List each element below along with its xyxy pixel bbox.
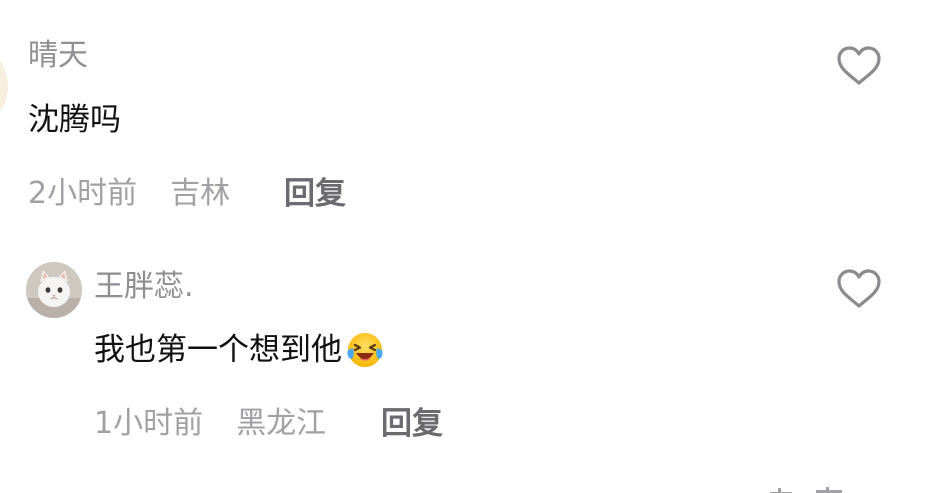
comment-text-content: 我也第一个想到他 xyxy=(94,332,342,368)
heart-outline-icon xyxy=(837,269,881,308)
laughing-crying-emoji xyxy=(344,330,384,370)
comment-username[interactable]: 王胖蕊. xyxy=(94,267,194,307)
comment-text: 我也第一个想到他 xyxy=(94,328,384,372)
comment-text: 沈腾吗 xyxy=(28,102,121,138)
comment-meta: 2小时前 吉林 xyxy=(28,172,230,216)
reply-button[interactable]: 回复 xyxy=(284,172,346,216)
heart-outline-icon xyxy=(837,46,881,85)
avatar[interactable] xyxy=(26,262,82,318)
comment-username[interactable]: 晴天 xyxy=(28,36,88,76)
comment-time: 2小时前 xyxy=(28,176,138,211)
comment-list: 晴天 沈腾吗 2小时前 吉林 回复 王胖蕊. 我也第一个想到他 1小时前 黑龙江… xyxy=(0,0,933,493)
comment-location: 吉林 xyxy=(170,176,231,211)
comment-meta: 1小时前 黑龙江 xyxy=(94,402,326,446)
comment-location: 黑龙江 xyxy=(236,406,327,441)
like-button[interactable] xyxy=(836,268,882,310)
like-button[interactable] xyxy=(836,45,882,87)
comment-time: 1小时前 xyxy=(94,406,204,441)
reply-button[interactable]: 回复 xyxy=(381,402,443,446)
cat-avatar-image xyxy=(26,262,82,318)
avatar[interactable] xyxy=(0,56,8,116)
cropped-text-fragment xyxy=(760,482,870,493)
